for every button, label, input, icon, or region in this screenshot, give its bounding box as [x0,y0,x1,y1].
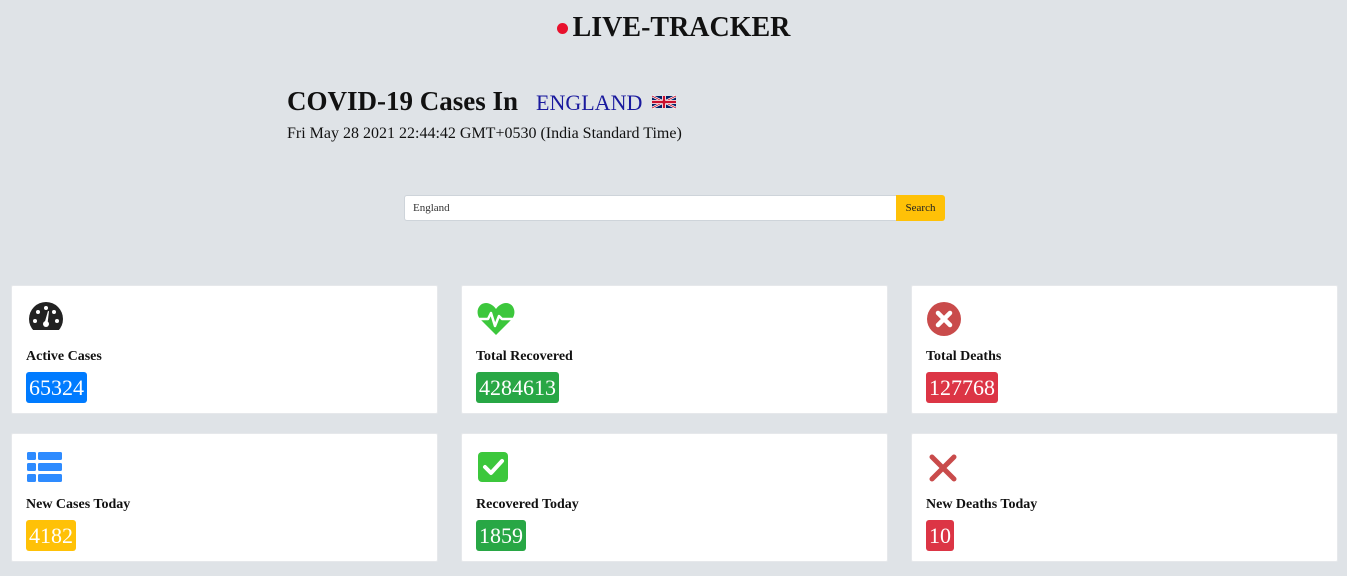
brand-title: LIVE-TRACKER [572,12,791,43]
new-cases-value: 4182 [26,520,76,551]
last-updated-timestamp: Fri May 28 2021 22:44:42 GMT+0530 (India… [287,125,682,142]
app-brand: LIVE-TRACKER [0,12,1347,44]
active-cases-value: 65324 [26,372,87,403]
country-name: ENGLAND [536,90,643,115]
total-deaths-label: Total Deaths [926,349,1002,364]
new-deaths-label: New Deaths Today [926,497,1038,512]
search-bar: Search [404,195,945,221]
new-cases-card: New Cases Today 4182 [11,433,438,562]
heartbeat-icon [476,301,516,337]
uk-flag-icon [651,94,677,114]
total-recovered-value: 4284613 [476,372,559,403]
recovered-today-card: Recovered Today 1859 [461,433,888,562]
page-title: COVID-19 Cases In [287,86,519,116]
country-search-input[interactable] [404,195,896,221]
page-heading: COVID-19 Cases In ENGLAND [287,86,677,117]
total-deaths-card: Total Deaths 127768 [911,285,1338,414]
total-deaths-value: 127768 [926,372,998,403]
total-recovered-card: Total Recovered 4284613 [461,285,888,414]
new-deaths-card: New Deaths Today 10 [911,433,1338,562]
times-icon [926,449,966,485]
list-icon [26,449,66,485]
active-cases-card: Active Cases 65324 [11,285,438,414]
active-cases-label: Active Cases [26,349,102,364]
times-circle-icon [926,301,966,337]
speedometer-icon [26,301,66,337]
total-recovered-label: Total Recovered [476,349,573,364]
recovered-today-label: Recovered Today [476,497,579,512]
search-button[interactable]: Search [896,195,945,221]
new-cases-label: New Cases Today [26,497,131,512]
check-square-icon [476,449,516,485]
recovered-today-value: 1859 [476,520,526,551]
live-dot-icon [556,23,568,35]
new-deaths-value: 10 [926,520,954,551]
